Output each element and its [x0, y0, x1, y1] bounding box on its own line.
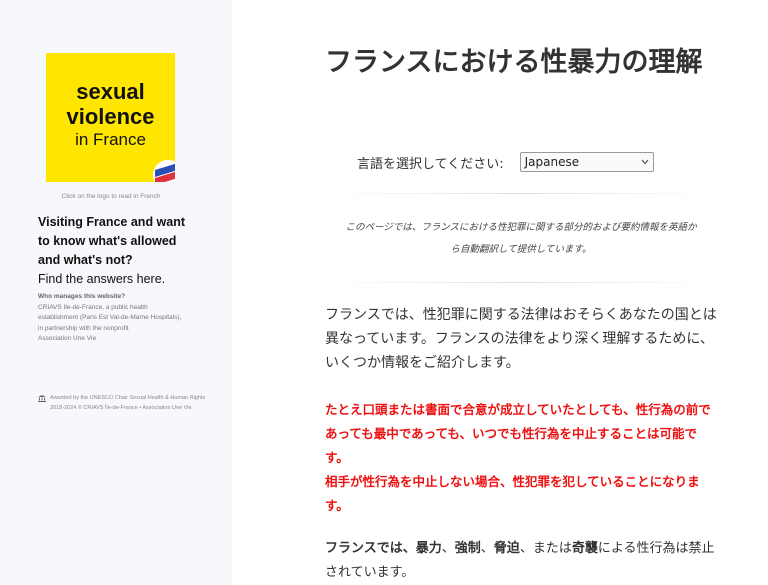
manager-line: establishment (Paris Est Val-de-Marne Ho… [38, 314, 182, 321]
prohibition-paragraph: フランスでは、暴力、強制、脅迫、または奇襲による性行為は禁止されています。 [325, 537, 720, 585]
text: 、または [519, 541, 572, 556]
divider [325, 193, 717, 194]
text-bold: 強制 [454, 541, 481, 556]
award-footer: Awarded by the UNESCO Chair Sexual Healt… [38, 393, 218, 413]
main-content: フランスにおける性暴力の理解 言語を選択してください: Japanese このペ… [232, 0, 768, 585]
manager-line: CRIAVS Ile-de-France, a public health [38, 303, 148, 311]
tagline-line-4: Find the answers here. [38, 272, 166, 286]
language-selector-row: 言語を選択してください: Japanese [357, 152, 654, 172]
chevron-down-icon [641, 159, 649, 165]
logo-text-line3: in France [75, 129, 146, 149]
tagline-line-2: to know what's allowed [38, 234, 177, 248]
text-bold: 脅迫 [493, 541, 520, 556]
text-bold: 暴力 [415, 541, 442, 556]
site-logo[interactable]: sexual violence in France [46, 53, 175, 182]
warning-line-2: 相手が性行為を中止しない場合、性犯罪を犯していることになります。 [325, 474, 700, 513]
manager-title: Who manages this website? [38, 293, 126, 300]
manager-line: in partnership with the nonprofit [38, 324, 129, 332]
tagline-line-3: and what's not? [38, 253, 133, 267]
text-bold: フランスでは、 [325, 541, 416, 556]
text: 、 [480, 541, 494, 556]
logo-caption: Click on the logo to read in French [61, 193, 161, 200]
sidebar: sexual violence in France Click on the l… [0, 0, 232, 585]
french-flag-icon [153, 160, 175, 182]
tagline: Visiting France and want to know what's … [38, 213, 218, 289]
intro-paragraph: フランスでは、性犯罪に関する法律はおそらくあなたの国とは異なっています。フランス… [325, 307, 717, 371]
logo-text-line2: violence [66, 103, 155, 129]
manager-info: Who manages this website? CRIAVS Ile-de-… [38, 292, 198, 345]
manager-line: Association Une Vie [38, 335, 97, 342]
unesco-temple-icon [38, 394, 46, 402]
warning-line-1: たとえ口頭または書面で合意が成立していたとしても、性行為の前であっても最中であっ… [325, 402, 711, 465]
divider [325, 282, 717, 283]
notice-line-2: ら自動翻訳して提供しています。 [450, 244, 592, 255]
translation-notice: このページでは、フランスにおける性犯罪に関する部分的および要約情報を英語か ら自… [325, 217, 717, 261]
language-selected-value: Japanese [524, 155, 580, 169]
tagline-line-1: Visiting France and want [38, 215, 186, 229]
language-select[interactable]: Japanese [519, 152, 654, 172]
warning-block: たとえ口頭または書面で合意が成立していたとしても、性行為の前であっても最中であっ… [325, 398, 720, 518]
logo-text-line1: sexual [76, 79, 145, 105]
award-text: Awarded by the UNESCO Chair Sexual Healt… [50, 395, 206, 401]
copyright: 2018-2024 © CRIAVS Île-de-France • Assoc… [50, 405, 192, 411]
text-bold: 奇襲 [571, 541, 598, 556]
text: 、 [441, 541, 455, 556]
notice-line-1: このページでは、フランスにおける性犯罪に関する部分的および要約情報を英語か [345, 222, 697, 233]
page-title: フランスにおける性暴力の理解 [325, 47, 703, 78]
language-label: 言語を選択してください: [357, 156, 504, 172]
